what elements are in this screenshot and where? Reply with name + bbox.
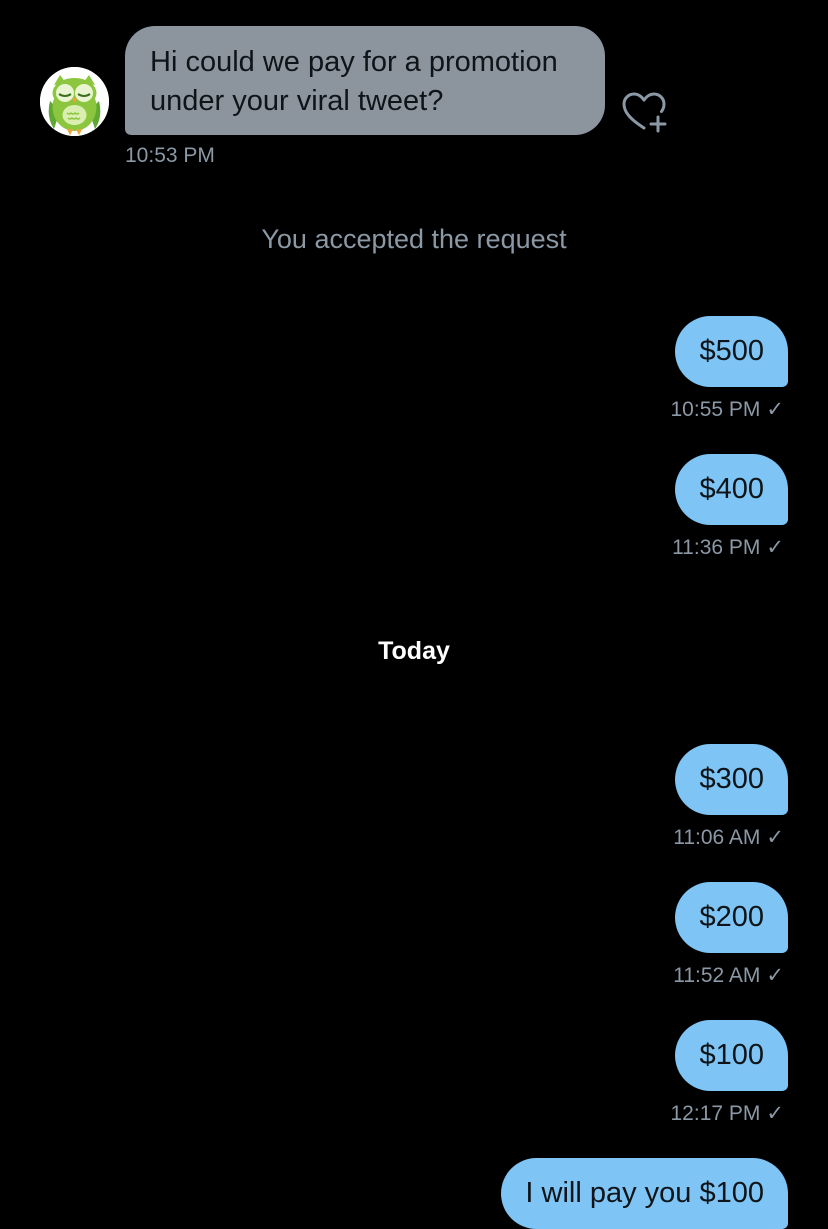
checkmark-icon: ✓ (766, 1102, 784, 1125)
outgoing-message-status: 11:36 PM ✓ (672, 535, 784, 560)
owl-avatar-icon (40, 67, 109, 136)
outgoing-message-bubble[interactable]: I will pay you $100 (501, 1158, 788, 1229)
checkmark-icon: ✓ (766, 964, 784, 987)
outgoing-message-time: 11:06 AM (673, 826, 761, 849)
incoming-message-bubble[interactable]: Hi could we pay for a promotion under yo… (125, 26, 605, 135)
outgoing-message-status: 11:06 AM ✓ (673, 825, 784, 850)
checkmark-icon: ✓ (766, 536, 784, 559)
outgoing-message-text: $500 (699, 335, 764, 367)
avatar[interactable] (40, 67, 109, 136)
outgoing-message-bubble[interactable]: $100 (675, 1020, 788, 1091)
add-reaction-button[interactable] (620, 90, 670, 134)
incoming-message-time: 10:53 PM (125, 144, 215, 167)
outgoing-message-text: $300 (699, 763, 764, 795)
checkmark-icon: ✓ (766, 398, 784, 421)
outgoing-message-time: 11:52 AM (673, 964, 761, 987)
day-divider: Today (378, 637, 450, 665)
outgoing-message-text: I will pay you $100 (525, 1177, 764, 1209)
heart-plus-icon (622, 92, 667, 133)
outgoing-message-bubble[interactable]: $300 (675, 744, 788, 815)
outgoing-message-time: 12:17 PM (670, 1102, 761, 1125)
outgoing-message-status: 12:17 PM ✓ (671, 1101, 785, 1126)
request-accepted-notice: You accepted the request (261, 224, 567, 254)
outgoing-message-time: 10:55 PM (670, 398, 761, 421)
outgoing-message-status: 11:52 AM ✓ (673, 963, 784, 988)
outgoing-message-bubble[interactable]: $400 (675, 454, 788, 525)
incoming-message-text: Hi could we pay for a promotion under yo… (150, 46, 558, 117)
outgoing-message-time: 11:36 PM (672, 536, 761, 559)
outgoing-message-text: $100 (699, 1039, 764, 1071)
outgoing-message-text: $400 (699, 473, 764, 505)
outgoing-message-bubble[interactable]: $500 (675, 316, 788, 387)
outgoing-message-status: 10:55 PM ✓ (671, 397, 785, 422)
outgoing-message-text: $200 (699, 901, 764, 933)
checkmark-icon: ✓ (766, 826, 784, 849)
outgoing-message-bubble[interactable]: $200 (675, 882, 788, 953)
